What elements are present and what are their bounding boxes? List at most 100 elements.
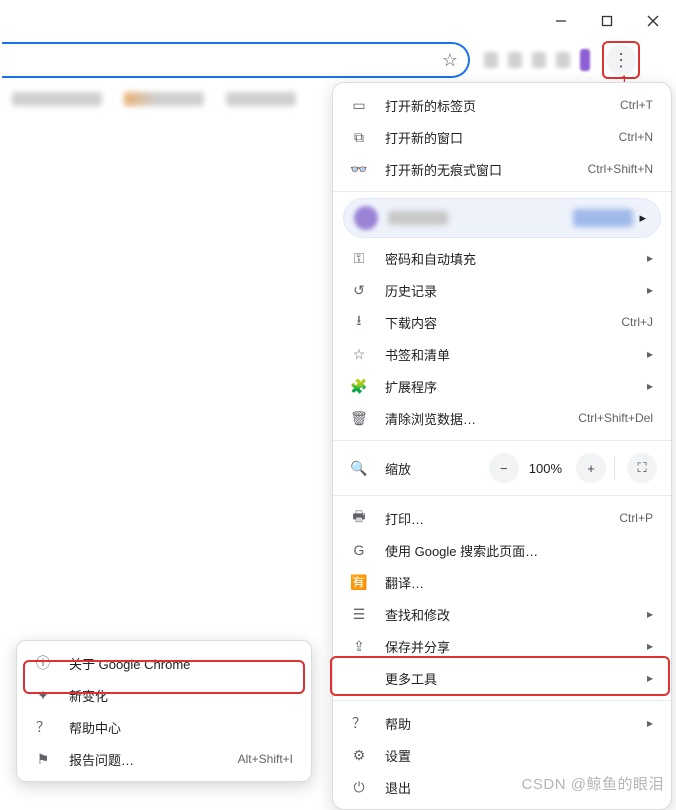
menu-shortcut: Ctrl+T <box>620 98 653 112</box>
new-tab-icon: ▭ <box>349 97 369 114</box>
zoom-percent: 100% <box>529 461 562 476</box>
print-icon: 🖶 <box>349 506 369 530</box>
menu-label: 翻译… <box>385 573 653 592</box>
bookmarks-bar <box>0 86 332 112</box>
fullscreen-button[interactable]: ⛶ <box>627 453 657 483</box>
main-menu-button[interactable]: ⋮ <box>606 45 636 75</box>
separator <box>333 440 671 441</box>
download-icon: ⭳ <box>349 310 369 334</box>
chevron-right-icon: ▸ <box>647 283 653 297</box>
separator <box>614 457 615 479</box>
menu-item-history[interactable]: ↺ 历史记录 ▸ <box>333 274 671 306</box>
toolbar: ☆ ⋮ <box>0 40 676 80</box>
menu-item-find-edit[interactable]: ☰ 查找和修改 ▸ <box>333 598 671 630</box>
menu-item-clear-data[interactable]: 🗑 清除浏览数据… Ctrl+Shift+Del <box>333 402 671 434</box>
bookmark-star-icon[interactable]: ☆ <box>442 50 458 71</box>
omnibox[interactable]: ☆ <box>2 42 470 78</box>
chevron-right-icon: ▸ <box>647 347 653 361</box>
translate-icon: 🈶 <box>349 574 369 591</box>
submenu-item-whats-new[interactable]: ✦ 新变化 <box>17 679 311 711</box>
chevron-right-icon: ▸ <box>647 716 653 730</box>
menu-item-save-share[interactable]: ⇪ 保存并分享 ▸ <box>333 630 671 662</box>
profile-name <box>388 211 448 225</box>
submenu-item-help-center[interactable]: ？ 帮助中心 <box>17 711 311 743</box>
menu-label: 打印… <box>385 509 619 528</box>
kebab-icon: ⋮ <box>612 50 630 71</box>
menu-item-extensions[interactable]: 🧩 扩展程序 ▸ <box>333 370 671 402</box>
zoom-in-button[interactable]: + <box>576 453 606 483</box>
menu-item-google-search[interactable]: G 使用 Google 搜索此页面… <box>333 534 671 566</box>
profile-action <box>573 209 633 227</box>
menu-item-translate[interactable]: 🈶 翻译… <box>333 566 671 598</box>
submenu-item-about[interactable]: ⓘ 关于 Google Chrome <box>17 647 311 679</box>
menu-label: 下载内容 <box>385 313 621 332</box>
menu-item-print[interactable]: 🖶 打印… Ctrl+P <box>333 502 671 534</box>
watermark: CSDN @鲸鱼的眼泪 <box>522 773 664 794</box>
menu-item-profile[interactable]: ▸ <box>343 198 661 238</box>
new-window-icon: ⧉ <box>349 129 369 146</box>
gear-icon: ⚙ <box>349 747 369 764</box>
puzzle-icon: 🧩 <box>349 378 369 395</box>
chevron-right-icon: ▸ <box>647 639 653 653</box>
help-center-icon: ？ <box>33 717 53 737</box>
trash-icon: 🗑 <box>349 410 369 427</box>
extension-icon[interactable] <box>556 52 570 68</box>
extension-icon[interactable] <box>508 52 522 68</box>
info-icon: ⓘ <box>33 653 53 673</box>
menu-label: 密码和自动填充 <box>385 249 643 268</box>
menu-item-new-window[interactable]: ⧉ 打开新的窗口 Ctrl+N <box>333 121 671 153</box>
maximize-button[interactable] <box>584 6 630 36</box>
menu-label: 扩展程序 <box>385 377 643 396</box>
chevron-right-icon: ▸ <box>647 379 653 393</box>
menu-label: 清除浏览数据… <box>385 409 578 428</box>
menu-label: 设置 <box>385 746 653 765</box>
extension-icon[interactable] <box>532 52 546 68</box>
menu-item-settings[interactable]: ⚙ 设置 <box>333 739 671 771</box>
toolbar-right: ⋮ <box>470 45 636 75</box>
google-icon: G <box>349 542 369 558</box>
avatar-icon <box>354 206 378 230</box>
menu-label: 打开新的窗口 <box>385 128 619 147</box>
menu-item-passwords[interactable]: ⚿ 密码和自动填充 ▸ <box>333 242 671 274</box>
extension-icon[interactable] <box>484 52 498 68</box>
zoom-out-button[interactable]: − <box>489 453 519 483</box>
menu-label: 保存并分享 <box>385 637 643 656</box>
menu-item-help[interactable]: ？ 帮助 ▸ <box>333 707 671 739</box>
profile-avatar-icon[interactable] <box>580 49 590 71</box>
incognito-icon: 👓 <box>349 161 369 178</box>
sparkle-icon: ✦ <box>33 687 53 704</box>
close-button[interactable] <box>630 6 676 36</box>
star-icon: ☆ <box>349 346 369 363</box>
menu-shortcut: Ctrl+Shift+Del <box>578 411 653 425</box>
help-submenu: ⓘ 关于 Google Chrome ✦ 新变化 ？ 帮助中心 ⚑ 报告问题… … <box>16 640 312 782</box>
menu-item-zoom: 🔍 缩放 − 100% + ⛶ <box>333 447 671 489</box>
menu-shortcut: Ctrl+J <box>621 315 653 329</box>
minimize-button[interactable] <box>538 6 584 36</box>
bookmark-item[interactable] <box>12 92 102 106</box>
menu-shortcut: Ctrl+N <box>619 130 653 144</box>
menu-label: 关于 Google Chrome <box>69 654 293 673</box>
menu-item-new-tab[interactable]: ▭ 打开新的标签页 Ctrl+T <box>333 89 671 121</box>
menu-label: 缩放 <box>385 459 485 478</box>
bookmark-item[interactable] <box>226 92 296 106</box>
menu-shortcut: Alt+Shift+I <box>238 752 293 766</box>
menu-item-bookmarks[interactable]: ☆ 书签和清单 ▸ <box>333 338 671 370</box>
menu-label: 打开新的无痕式窗口 <box>385 160 588 179</box>
submenu-item-report[interactable]: ⚑ 报告问题… Alt+Shift+I <box>17 743 311 775</box>
help-icon: ？ <box>349 713 369 733</box>
separator <box>333 191 671 192</box>
bookmark-item[interactable] <box>124 92 204 106</box>
zoom-icon: 🔍 <box>349 460 369 477</box>
menu-item-downloads[interactable]: ⭳ 下载内容 Ctrl+J <box>333 306 671 338</box>
menu-item-more-tools[interactable]: 更多工具 ▸ <box>333 662 671 694</box>
menu-label: 报告问题… <box>69 750 238 769</box>
menu-item-incognito[interactable]: 👓 打开新的无痕式窗口 Ctrl+Shift+N <box>333 153 671 185</box>
menu-label: 更多工具 <box>385 669 643 688</box>
menu-label: 查找和修改 <box>385 605 643 624</box>
find-icon: ☰ <box>349 606 369 623</box>
chevron-right-icon: ▸ <box>647 251 653 265</box>
separator <box>333 700 671 701</box>
menu-shortcut: Ctrl+P <box>619 511 653 525</box>
report-icon: ⚑ <box>33 751 53 768</box>
menu-label: 帮助中心 <box>69 718 293 737</box>
